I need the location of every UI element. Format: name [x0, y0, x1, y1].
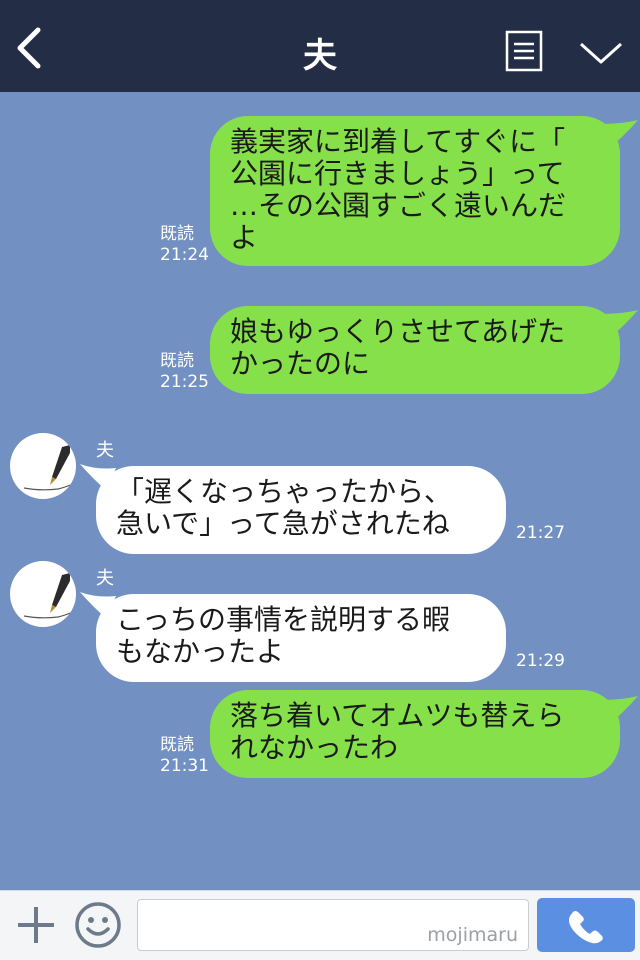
message-time: 21:24	[160, 245, 209, 265]
message-bubble[interactable]: こっちの事情を説明する暇 もなかったよ	[96, 594, 506, 682]
plus-icon[interactable]	[14, 903, 58, 947]
chevron-down-icon[interactable]	[578, 34, 624, 68]
read-receipt: 既読	[160, 735, 194, 755]
chat-area[interactable]: 義実家に到着してすぐに「 公園に行きましょう」って …その公園すごく遠いんだ よ…	[0, 92, 640, 890]
fountain-pen-icon	[23, 445, 71, 491]
avatar[interactable]	[10, 561, 76, 627]
message-meta: 既読 21:24	[160, 224, 209, 266]
message-input[interactable]: mojimaru	[137, 899, 529, 951]
chat-title: 夫	[303, 36, 337, 76]
smiley-icon[interactable]	[74, 901, 122, 949]
message-text: こっちの事情を説明する暇 もなかったよ	[116, 603, 451, 668]
chat-header: 夫	[0, 0, 640, 92]
message-text: 娘もゆっくりさせてあげた かったのに	[230, 315, 566, 380]
read-receipt: 既読	[160, 224, 194, 244]
fountain-pen-icon	[23, 573, 71, 619]
message-text: 「遅くなっちゃったから、 急いで」って急がされたね	[116, 475, 453, 540]
message-meta: 既読 21:25	[160, 351, 209, 393]
message-bubble[interactable]: 落ち着いてオムツも替えら れなかったわ	[210, 690, 620, 778]
message-bubble[interactable]: 義実家に到着してすぐに「 公園に行きましょう」って …その公園すごく遠いんだ よ	[210, 116, 620, 266]
message-bubble[interactable]: 娘もゆっくりさせてあげた かったのに	[210, 306, 620, 394]
sender-name: 夫	[96, 440, 114, 461]
message-time: 21:25	[160, 372, 209, 392]
menu-list-icon[interactable]	[505, 30, 543, 72]
message-meta: 既読 21:31	[160, 735, 209, 777]
message-bubble[interactable]: 「遅くなっちゃったから、 急いで」って急がされたね	[96, 466, 506, 554]
sender-name: 夫	[96, 568, 114, 589]
message-text: 義実家に到着してすぐに「 公園に行きましょう」って …その公園すごく遠いんだ よ	[230, 125, 567, 254]
message-time: 21:31	[160, 756, 209, 776]
read-receipt: 既読	[160, 351, 194, 371]
message-time: 21:27	[516, 523, 565, 543]
message-text: 落ち着いてオムツも替えら れなかったわ	[230, 699, 565, 764]
call-button[interactable]	[537, 898, 635, 952]
watermark: mojimaru	[427, 924, 518, 946]
message-time: 21:29	[516, 651, 565, 671]
avatar[interactable]	[10, 433, 76, 499]
phone-icon	[569, 911, 603, 944]
input-bar: mojimaru	[0, 890, 640, 960]
